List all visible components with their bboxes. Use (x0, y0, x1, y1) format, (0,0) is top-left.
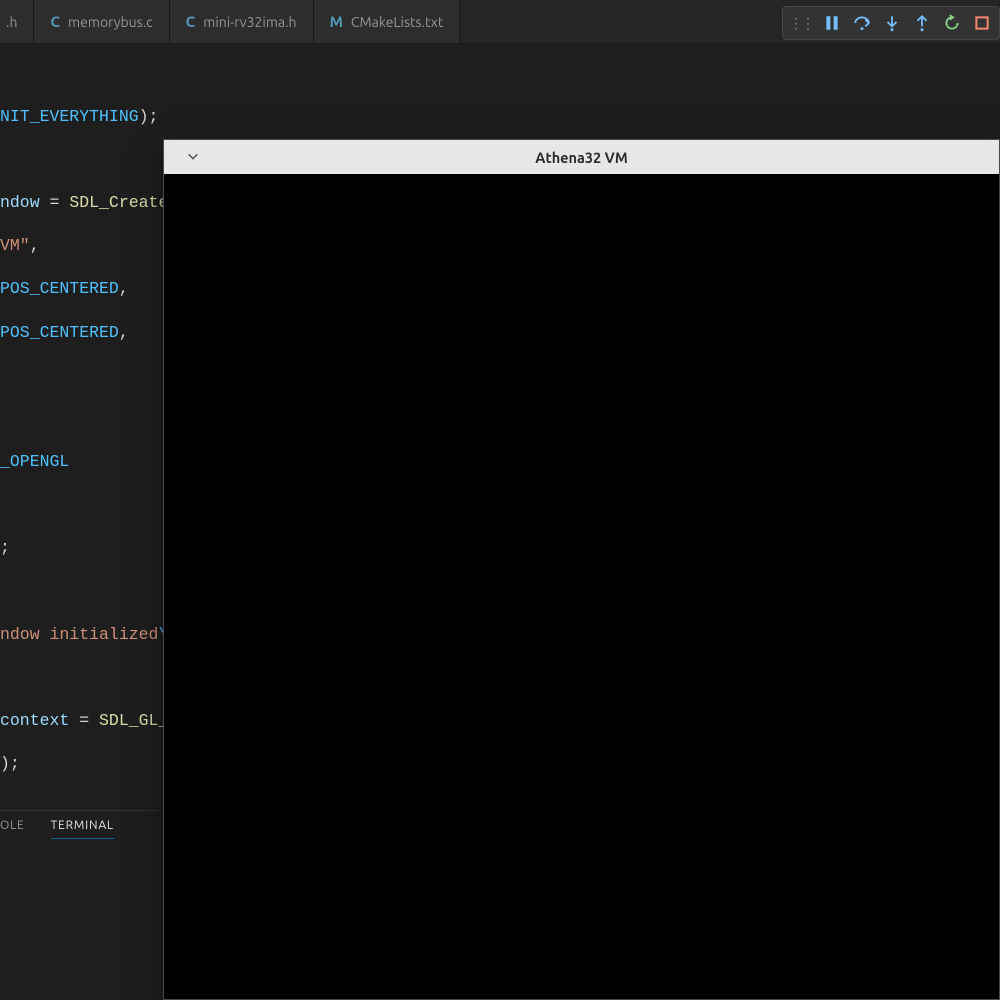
step-into-icon[interactable] (883, 14, 903, 32)
debug-toolbar: ⋮⋮ (782, 6, 1000, 40)
chevron-down-icon[interactable] (186, 149, 200, 166)
code-token: , (119, 323, 129, 342)
code-token: NIT_EVERYTHING (0, 107, 139, 126)
code-token: ); (0, 754, 20, 773)
code-token: SDL_GL_ (99, 711, 168, 730)
tab-label: mini-rv32ima.h (203, 14, 296, 30)
code-token: ndow (0, 193, 40, 212)
code-token: _OPENGL (0, 452, 69, 471)
code-token: = (40, 193, 70, 212)
vm-titlebar[interactable]: Athena32 VM (164, 140, 999, 174)
drag-handle-icon[interactable]: ⋮⋮ (789, 15, 813, 32)
step-over-icon[interactable] (853, 14, 873, 32)
code-token: , (30, 236, 40, 255)
panel-tab-terminal[interactable]: TERMINAL (51, 819, 114, 839)
tab-label: .h (6, 14, 17, 30)
vm-window[interactable]: Athena32 VM (163, 139, 1000, 1000)
tab-bar: .h C memorybus.c C mini-rv32ima.h M CMak… (0, 0, 1000, 44)
vm-window-title: Athena32 VM (164, 149, 999, 166)
c-file-icon: C (186, 13, 196, 30)
pause-icon[interactable] (823, 14, 843, 32)
code-token: = (69, 711, 99, 730)
tab-header-h[interactable]: .h (0, 0, 34, 43)
restart-icon[interactable] (943, 14, 963, 32)
editor-tabs: .h C memorybus.c C mini-rv32ima.h M CMak… (0, 0, 782, 43)
cmake-file-icon: M (330, 13, 343, 30)
panel-tab-console[interactable]: OLE (0, 819, 25, 839)
tab-label: CMakeLists.txt (351, 14, 443, 30)
code-token: POS_CENTERED (0, 323, 119, 342)
code-token: ndow initialized (0, 625, 158, 644)
code-token: ; (0, 538, 10, 557)
stop-icon[interactable] (973, 14, 993, 32)
code-token: context (0, 711, 69, 730)
tab-cmakelists[interactable]: M CMakeLists.txt (314, 0, 461, 43)
code-token: ); (139, 107, 159, 126)
vm-window-content[interactable] (164, 174, 999, 999)
step-out-icon[interactable] (913, 14, 933, 32)
code-token: , (119, 279, 129, 298)
tab-memorybus[interactable]: C memorybus.c (34, 0, 169, 43)
tab-label: memorybus.c (68, 14, 153, 30)
code-token: VM" (0, 236, 30, 255)
code-token: POS_CENTERED (0, 279, 119, 298)
c-file-icon: C (50, 13, 60, 30)
tab-mini-rv32ima[interactable]: C mini-rv32ima.h (170, 0, 314, 43)
